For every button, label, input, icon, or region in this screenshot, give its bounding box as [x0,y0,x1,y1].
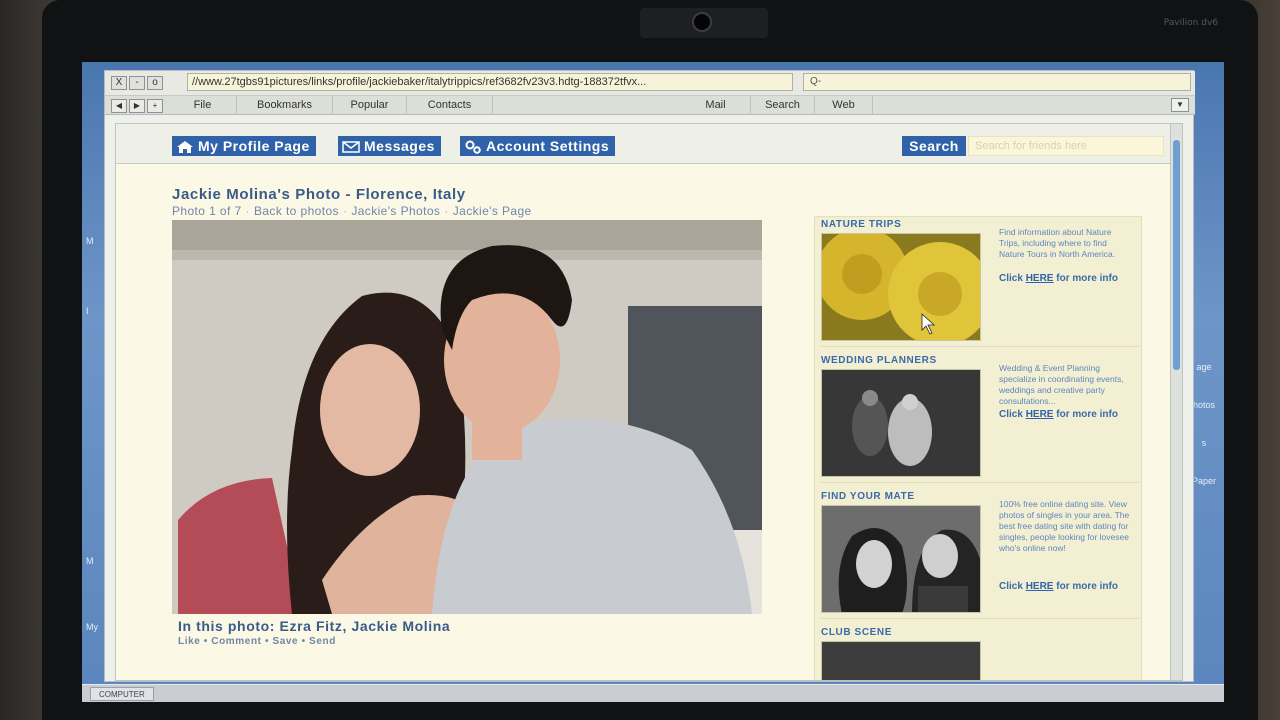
messages-tab[interactable]: Messages [338,136,441,156]
link-pre: Click [999,409,1023,420]
club-image[interactable] [821,641,981,680]
site-search-button[interactable]: Search [902,136,966,156]
menu-contacts[interactable]: Contacts [407,96,493,114]
ad-title: CLUB SCENE [821,627,893,638]
scrollbar-thumb[interactable] [1173,140,1180,370]
ad-title: FIND YOUR MATE [821,491,915,502]
address-bar[interactable]: //www.27tgbs91pictures/links/profile/jac… [187,73,793,91]
photos-link[interactable]: Jackie's Photos [351,204,440,218]
desktop-left-labels: M I M My [86,222,106,632]
link-pre: Click [999,581,1023,592]
separator: · [342,204,348,218]
ad-title: WEDDING PLANNERS [821,355,937,366]
laptop-screen: M I M My age hotos s Paper X - o //www.2… [82,62,1224,702]
ad-nature-trips[interactable]: NATURE TRIPS Find information about Natu… [821,219,1139,347]
photo-actions[interactable]: Like • Comment • Save • Send [178,636,336,647]
browser-menubar: ◀ ▶ + File Bookmarks Popular Contacts Ma… [105,95,1195,115]
menu-search[interactable]: Search [751,96,815,114]
friend-search-input[interactable]: Search for friends here [968,136,1164,156]
desktop-label: M [86,556,94,566]
link-pre: Click [999,273,1023,284]
menu-web[interactable]: Web [815,96,873,114]
taskbar: COMPUTER [82,684,1224,702]
vertical-scrollbar[interactable] [1170,124,1182,680]
desktop-label: My [86,622,98,632]
main-photo[interactable] [172,220,762,614]
ad-find-your-mate[interactable]: FIND YOUR MATE 100% free online dating s… [821,491,1139,619]
separator: · [245,204,250,218]
here-link[interactable]: HERE [1026,409,1054,420]
envelope-icon [342,139,360,153]
maximize-window-button[interactable]: o [147,76,163,90]
tab-label: My Profile Page [198,138,310,154]
back-to-photos-link[interactable]: Back to photos [254,204,339,218]
menu-file[interactable]: File [169,96,237,114]
taskbar-computer-button[interactable]: COMPUTER [90,687,154,701]
ad-text: Wedding & Event Planning specialize in c… [999,363,1124,406]
photo-counter: Photo 1 of 7 [172,204,242,218]
link-post: for more info [1056,273,1118,284]
browser-search-field[interactable]: Q- [803,73,1191,91]
separator: · [444,204,449,218]
tab-label: Messages [364,138,435,154]
new-tab-button[interactable]: + [147,99,163,113]
breadcrumb: Photo 1 of 7 · Back to photos · Jackie's Pho… [172,204,532,218]
tab-label: Account Settings [486,138,610,154]
ad-text: Find information about Nature Trips, inc… [999,227,1116,259]
menu-mail[interactable]: Mail [681,96,751,114]
browser-window: X - o //www.27tgbs91pictures/links/profi… [104,70,1195,682]
minimize-window-button[interactable]: - [129,76,145,90]
browser-titlebar: X - o //www.27tgbs91pictures/links/profi… [105,71,1195,95]
device-brand: Pavilion dv6 [1163,18,1218,28]
webcam-lens-icon [692,12,712,32]
desktop-label: M [86,236,94,246]
couple-thumbnail-image[interactable] [821,505,981,613]
ad-club-scene[interactable]: CLUB SCENE [821,627,1139,680]
back-button[interactable]: ◀ [111,99,127,113]
more-info-link[interactable]: Click HERE for more info [999,273,1118,284]
here-link[interactable]: HERE [1026,581,1054,592]
my-profile-tab[interactable]: My Profile Page [172,136,316,156]
forward-button[interactable]: ▶ [129,99,145,113]
ad-sidebar: NATURE TRIPS Find information about Natu… [814,216,1142,680]
gear-icon [464,139,482,154]
chevron-down-icon[interactable]: ▼ [1171,98,1189,112]
desktop-label: I [86,306,89,316]
more-info-link[interactable]: Click HERE for more info [999,581,1118,592]
close-window-button[interactable]: X [111,76,127,90]
link-post: for more info [1056,409,1118,420]
photo-caption: In this photo: Ezra Fitz, Jackie Molina [178,618,451,634]
wedding-image[interactable] [821,369,981,477]
home-icon [176,139,194,153]
menu-bookmarks[interactable]: Bookmarks [237,96,333,114]
search-icon: Q- [810,76,822,87]
page-title: Jackie Molina's Photo - Florence, Italy [172,186,466,203]
flower-image[interactable] [821,233,981,341]
page-link[interactable]: Jackie's Page [453,204,532,218]
menu-popular[interactable]: Popular [333,96,407,114]
webcam [640,8,768,38]
link-post: for more info [1056,581,1118,592]
ad-wedding-planners[interactable]: WEDDING PLANNERS Wedding & Event Plannin… [821,355,1139,483]
page-viewport: My Profile Page Messages Account Setting… [115,123,1183,681]
account-settings-tab[interactable]: Account Settings [460,136,616,156]
here-link[interactable]: HERE [1026,273,1054,284]
more-info-link[interactable]: Click HERE for more info [999,409,1118,420]
site-navigation: My Profile Page Messages Account Setting… [116,124,1172,164]
couple-photo-image [172,220,762,614]
ad-text: 100% free online dating site. View photo… [999,499,1130,553]
ad-title: NATURE TRIPS [821,219,902,230]
